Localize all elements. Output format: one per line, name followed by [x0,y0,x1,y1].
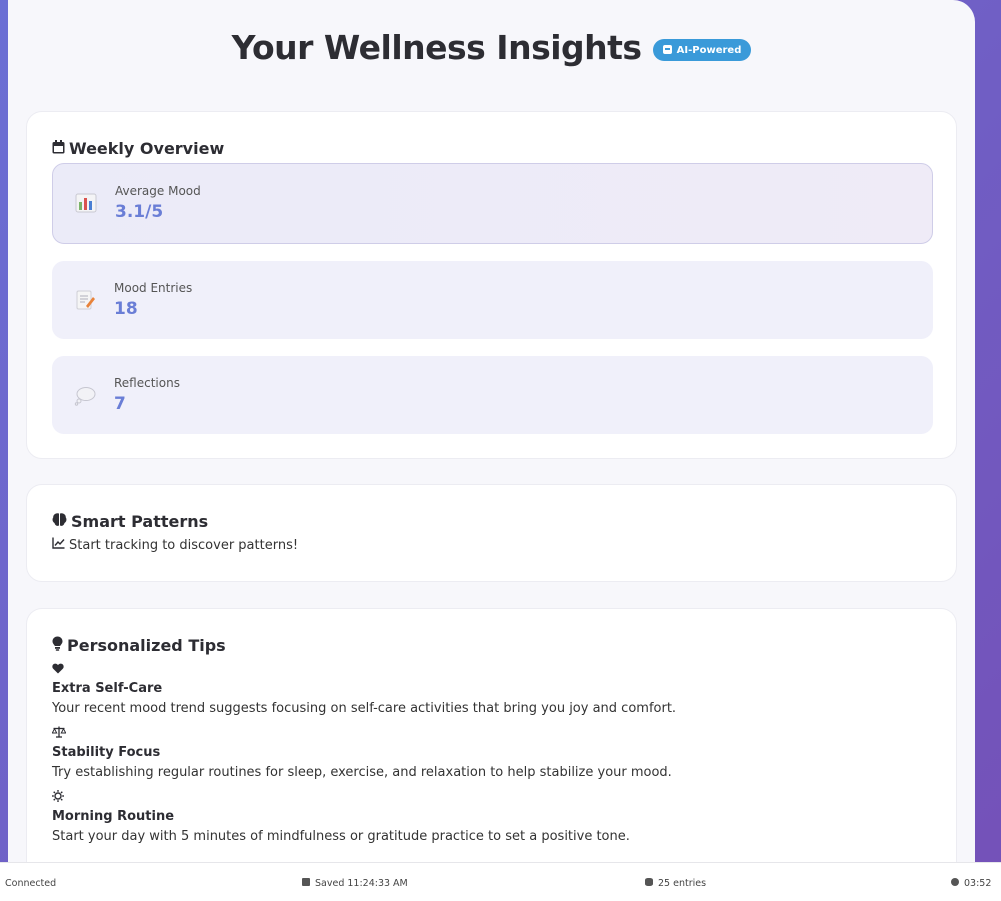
stat-label: Average Mood [115,184,201,198]
page-title: Your Wellness Insights [231,28,642,67]
stat-value: 3.1/5 [115,202,164,222]
stat-label: Mood Entries [114,281,193,295]
entries-count-text: 25 entries [658,878,707,889]
stat-mood-entries[interactable]: Mood Entries 18 [52,261,933,339]
session-timer: 03:52 [951,878,991,889]
memo-icon [74,289,96,311]
robot-icon [662,44,672,54]
save-icon [302,878,310,886]
entries-count: 25 entries [645,878,706,889]
save-status: Saved 11:24:33 AM [302,878,408,889]
lightbulb-icon [52,636,63,655]
status-bar: Connected Saved 11:24:33 AM 25 entries 0… [0,862,1001,901]
brain-icon [52,512,67,531]
page-header: Your Wellness Insights AI-Powered [8,28,975,67]
patterns-text: Start tracking to discover patterns! [69,538,299,553]
patterns-empty-message: Start tracking to discover patterns! [52,537,298,553]
smart-patterns-label: Smart Patterns [71,512,209,531]
weekly-overview-card: Weekly Overview Average Mood 3.1/5 Mood … [26,111,957,459]
ai-badge-label: AI-Powered [676,44,742,56]
balance-scale-icon [51,725,672,743]
line-chart-icon [52,537,65,553]
tip-item: Stability Focus Try establishing regular… [51,725,672,784]
tip-item: Morning Routine Start your day with 5 mi… [52,789,630,848]
tip-title: Stability Focus [52,745,161,760]
stat-value: 18 [114,299,138,319]
ai-powered-badge: AI-Powered [652,38,752,61]
database-icon [645,878,653,886]
tip-title: Extra Self-Care [52,681,163,696]
smart-patterns-card: Smart Patterns Start tracking to discove… [26,484,957,582]
weekly-overview-title: Weekly Overview [52,139,224,158]
calendar-icon [52,139,65,158]
tip-text: Your recent mood trend suggests focusing… [52,701,677,716]
personalized-tips-card: Personalized Tips Extra Self-Care Your r… [26,608,957,880]
bar-chart-icon [75,192,97,214]
stat-average-mood[interactable]: Average Mood 3.1/5 [52,163,933,244]
tip-text: Start your day with 5 minutes of mindful… [52,829,630,844]
save-status-text: Saved 11:24:33 AM [315,878,408,889]
weekly-overview-label: Weekly Overview [69,139,225,158]
tip-item: Extra Self-Care Your recent mood trend s… [52,661,676,720]
insights-panel: Your Wellness Insights AI-Powered Weekly… [8,0,975,880]
stat-reflections[interactable]: Reflections 7 [52,356,933,434]
personalized-tips-label: Personalized Tips [67,636,226,655]
session-timer-text: 03:52 [964,878,992,889]
tip-text: Try establishing regular routines for sl… [52,765,672,780]
stat-label: Reflections [114,376,180,390]
stat-value: 7 [114,394,126,414]
smart-patterns-title: Smart Patterns [52,512,208,531]
sun-icon [52,789,630,807]
heart-icon [52,661,676,679]
tip-title: Morning Routine [52,809,175,824]
clock-icon [951,878,959,886]
thought-bubble-icon [74,384,96,406]
personalized-tips-title: Personalized Tips [52,636,226,655]
connection-status: Connected [5,878,57,889]
